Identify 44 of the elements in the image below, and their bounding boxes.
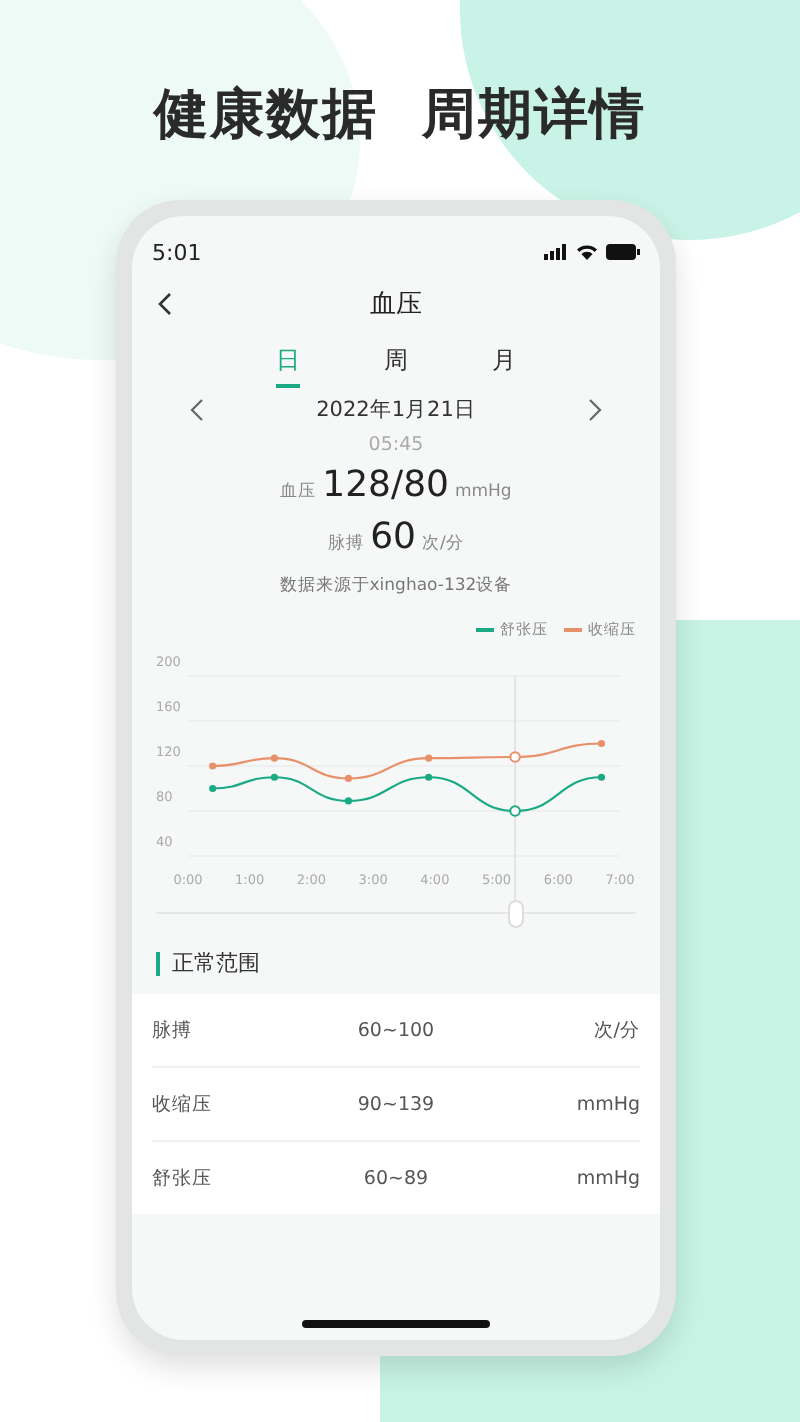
data-point bbox=[425, 754, 433, 762]
data-point bbox=[425, 773, 433, 781]
page-title: 血压 bbox=[368, 288, 424, 322]
pulse-value: 60 bbox=[370, 516, 417, 558]
status-time: 5:01 bbox=[152, 239, 202, 265]
battery-icon bbox=[606, 244, 640, 260]
data-point bbox=[270, 754, 278, 762]
table-cell-text: 60~100 bbox=[355, 1019, 437, 1041]
data-point bbox=[344, 797, 353, 805]
data-point bbox=[344, 774, 353, 782]
previous-icon[interactable] bbox=[188, 398, 208, 422]
table-cell-text: 次/分 bbox=[591, 1017, 640, 1043]
headline: 周期详情 bbox=[422, 82, 646, 150]
table-cell-text: 90~139 bbox=[355, 1093, 437, 1115]
period-tab[interactable]: 周 bbox=[384, 344, 408, 388]
period-tab[interactable]: 月 bbox=[492, 344, 516, 388]
source-text: 数据来源于xinghao-132设备 bbox=[277, 574, 515, 600]
signal-icon bbox=[544, 244, 568, 260]
table-cell-text: 舒张压 bbox=[152, 1165, 214, 1191]
scrubber-thumb[interactable] bbox=[507, 900, 523, 928]
reading-label: 血压 bbox=[280, 480, 317, 504]
data-point bbox=[270, 773, 278, 781]
table-cell-text: 收缩压 bbox=[152, 1091, 214, 1117]
reading-unit: mmHg bbox=[454, 482, 512, 502]
next-icon[interactable] bbox=[583, 398, 604, 422]
table-cell-text: 脉搏 bbox=[152, 1017, 194, 1043]
table-cell-text: mmHg bbox=[574, 1167, 640, 1189]
pulse-label: 脉搏 bbox=[328, 532, 365, 556]
headline: 健康数据 bbox=[154, 82, 378, 150]
reading-value: 128/80 bbox=[322, 464, 449, 506]
accent-bar bbox=[156, 951, 160, 975]
date-label: 2022年1月21日 bbox=[316, 396, 476, 424]
data-point bbox=[597, 773, 606, 781]
pulse-unit: 次/分 bbox=[422, 532, 464, 556]
wifi-icon bbox=[576, 244, 598, 260]
selected-point bbox=[509, 751, 521, 763]
time-label: 05:45 bbox=[366, 432, 426, 460]
data-point bbox=[209, 784, 217, 793]
table-cell-text: mmHg bbox=[574, 1093, 640, 1115]
table-cell-text: 60~89 bbox=[361, 1167, 431, 1189]
data-point bbox=[597, 739, 606, 748]
data-point bbox=[209, 762, 217, 770]
section-title: 正常范围 bbox=[172, 948, 260, 978]
selected-point bbox=[509, 805, 521, 817]
